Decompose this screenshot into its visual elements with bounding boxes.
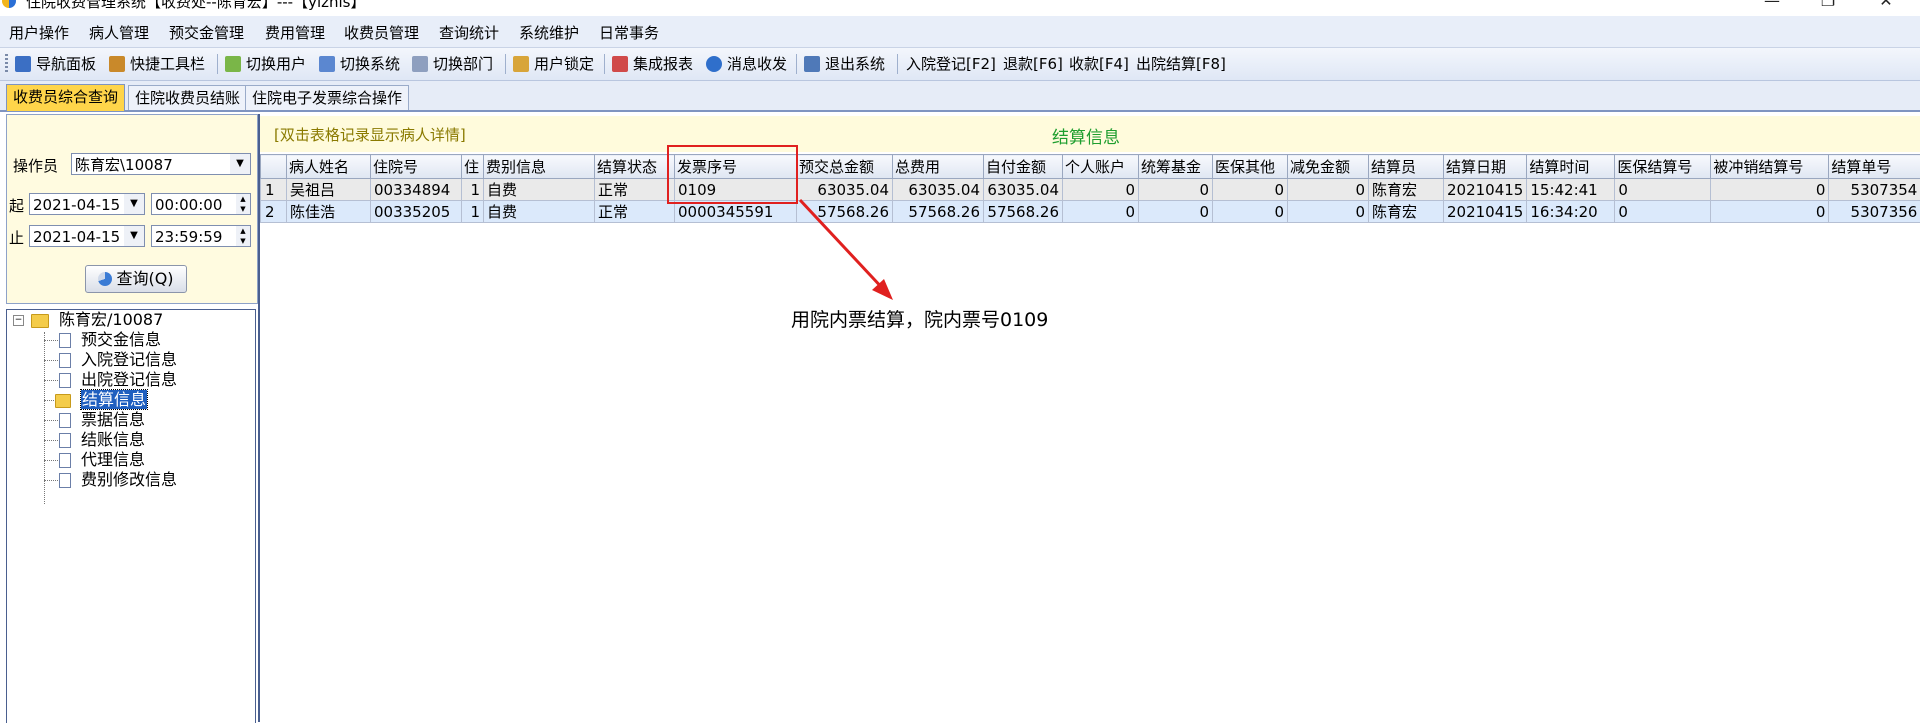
annotation-text: 用院内票结算，院内票号0109: [791, 305, 1048, 332]
annotation-arrow-icon: [0, 0, 1920, 722]
